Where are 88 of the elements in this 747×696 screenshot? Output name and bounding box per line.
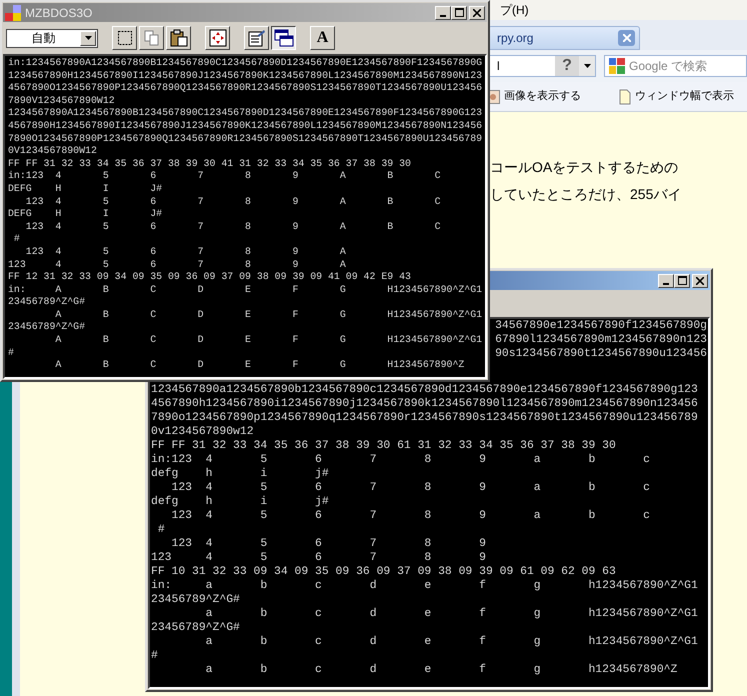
- console-line: 67890l1234567890m1234567890n123: [495, 333, 707, 347]
- colored-squares-icon: [609, 58, 625, 74]
- console-line: 1234567890A1234567890B1234567890C1234567890D1234567890E1234567890F1234567890G123: [8, 107, 482, 120]
- maximize-button[interactable]: [674, 274, 690, 288]
- font-button[interactable]: A: [310, 26, 335, 50]
- app-icon: [5, 4, 21, 20]
- console-line: 1234567890H1234567890I1234567890J1234567890K1234567890L1234567890M1234567890N123: [8, 70, 482, 82]
- console-line: DEFG H I J#: [8, 208, 162, 221]
- console-line: in:1234567890A1234567890B1234567890C1234567890D1234567890E1234567890F1234567890G: [8, 57, 482, 70]
- console-line: 4567890O1234567890P1234567890Q1234567890R1234567890S1234567890T1234567890U123456: [8, 82, 482, 95]
- console-line: 23456789^Z^G#: [151, 593, 240, 607]
- minimize-icon: [663, 282, 669, 284]
- console-line: 1234567890a1234567890b1234567890c1234567890d1234567890e1234567890f1234567890g123: [151, 383, 698, 397]
- console-line: 4567890h1234567890i1234567890j1234567890k1234567890l1234567890m1234567890n123456: [151, 397, 698, 411]
- console-line: defg h i j#: [151, 495, 329, 509]
- browser-tab[interactable]: rpy.org: [488, 26, 640, 50]
- console-line: 4567890H1234567890I1234567890J1234567890K1234567890L1234567890M1234567890N123456: [8, 120, 482, 133]
- console-line: in:123 4 5 6 7 8 9 A B C: [8, 170, 441, 183]
- body-text: コールOAをテストするための: [490, 158, 680, 176]
- window-title: MZBDOS3O: [25, 4, 92, 22]
- console-line: FF FF 31 32 33 34 35 36 37 38 39 30 61 31 32 33 34 35 36 37 38 39 30: [151, 439, 616, 453]
- console-line: FF FF 31 32 33 34 35 36 37 38 39 30 41 31 32 33 34 35 36 37 38 39 30: [8, 158, 411, 170]
- console-line: 23456789^Z^G#: [8, 321, 86, 334]
- console-line: 123 4 5 6 7 8 9 a b c: [170, 509, 650, 523]
- console-line: DEFG H I J#: [8, 182, 162, 196]
- console-line: #: [156, 523, 165, 537]
- console-line: 0V1234567890W12: [8, 145, 97, 158]
- page-icon: [617, 88, 633, 104]
- console-line: 123 4 5 6 7 8 9 a b c: [170, 481, 650, 495]
- console-line: A B C D E F G H1234567890^Z^G1: [54, 334, 482, 347]
- console-line: 0v1234567890w12: [151, 425, 254, 439]
- console-line: 7890V1234567890W12: [8, 94, 115, 108]
- console-line: FF 12 31 32 33 09 34 09 35 09 36 09 37 09 38 09 39 09 41 09 42 E9 43: [8, 271, 411, 284]
- console-line: FF 10 31 32 33 09 34 09 35 09 36 09 37 09 38 09 39 09 61 09 62 09 63: [151, 565, 616, 579]
- console-line: in:123 4 5 6 7 8 9 a b c: [151, 453, 650, 467]
- dropdown-arrow-icon: [84, 36, 92, 40]
- console-line: defg h i j#: [151, 467, 329, 481]
- close-button[interactable]: [692, 274, 708, 288]
- selection-icon: [116, 30, 132, 46]
- close-icon: [622, 34, 630, 42]
- clipboard-icon: [170, 29, 188, 47]
- close-icon: [696, 276, 704, 284]
- console-line: A B C D E F G H1234567890^Z: [54, 359, 464, 372]
- dropdown-arrow-icon: [584, 64, 590, 68]
- encoding-dropdown[interactable]: 自動: [6, 28, 98, 48]
- search-field[interactable]: Google で検索: [604, 55, 747, 77]
- console-line: a b c d e f g h1234567890^Z^G1: [204, 607, 698, 621]
- console-line: 7890o1234567890p1234567890q1234567890r1234567890s1234567890t1234567890u123456789: [151, 411, 698, 425]
- console-line: 123 4 5 6 7 8 9 A: [24, 246, 346, 258]
- help-button[interactable]: ?: [555, 56, 579, 76]
- minimize-button[interactable]: [435, 6, 451, 20]
- maximize-button[interactable]: [451, 6, 467, 20]
- console-line: 90s1234567890t1234567890u123456: [495, 347, 707, 361]
- expand-arrows-icon: [208, 29, 226, 47]
- console-line: a b c d e f g h1234567890^Z^G1: [204, 635, 698, 649]
- properties-icon: [248, 29, 266, 47]
- minimize-icon: [440, 14, 446, 16]
- console-line: 123 4 5 6 7 8 9 A B C: [24, 196, 441, 208]
- search-input[interactable]: Google で検索: [629, 57, 719, 75]
- maximize-icon: [454, 8, 464, 17]
- close-icon: [473, 8, 481, 16]
- minimize-button[interactable]: [658, 274, 674, 288]
- console-line: #: [12, 233, 20, 246]
- close-button[interactable]: [469, 6, 485, 20]
- console-line: 23456789^Z^G#: [8, 296, 86, 309]
- console-line: 7890O1234567890P1234567890Q1234567890R1234567890S1234567890T1234567890U123456789: [8, 132, 482, 146]
- windows-icon: [274, 29, 294, 47]
- console-line: #: [8, 346, 14, 360]
- console-line: 34567890e1234567890f1234567890g: [495, 319, 707, 333]
- console-line: in: A B C D E F G H1234567890^Z^G1: [8, 284, 482, 296]
- console-line: a b c d e f g h1234567890^Z: [204, 663, 678, 677]
- close-tab-button[interactable]: [618, 30, 635, 46]
- copy-icon: [144, 30, 160, 46]
- body-text: していたところだけ、255バイ: [490, 185, 682, 203]
- menu-item[interactable]: プ(H): [500, 1, 529, 19]
- console-line: 123 4 5 6 7 8 9 A B C: [24, 220, 441, 234]
- dropdown-button[interactable]: [579, 56, 595, 76]
- link-button[interactable]: ウィンドウ幅で表示: [617, 88, 734, 105]
- console-line: A B C D E F G H1234567890^Z^G1: [54, 308, 482, 322]
- console-line: 123 4 5 6 7 8 9: [151, 551, 486, 565]
- console-line: 23456789^Z^G#: [151, 621, 240, 635]
- maximize-icon: [678, 276, 686, 285]
- console-line: #: [151, 649, 158, 663]
- console-line: 123 4 5 6 7 8 9: [170, 537, 486, 551]
- address-field[interactable]: l ?: [488, 55, 596, 77]
- toolbar-button[interactable]: [271, 26, 296, 50]
- console-line: in: a b c d e f g h1234567890^Z^G1: [151, 579, 698, 593]
- console-line: 123 4 5 6 7 8 9 A: [8, 258, 346, 272]
